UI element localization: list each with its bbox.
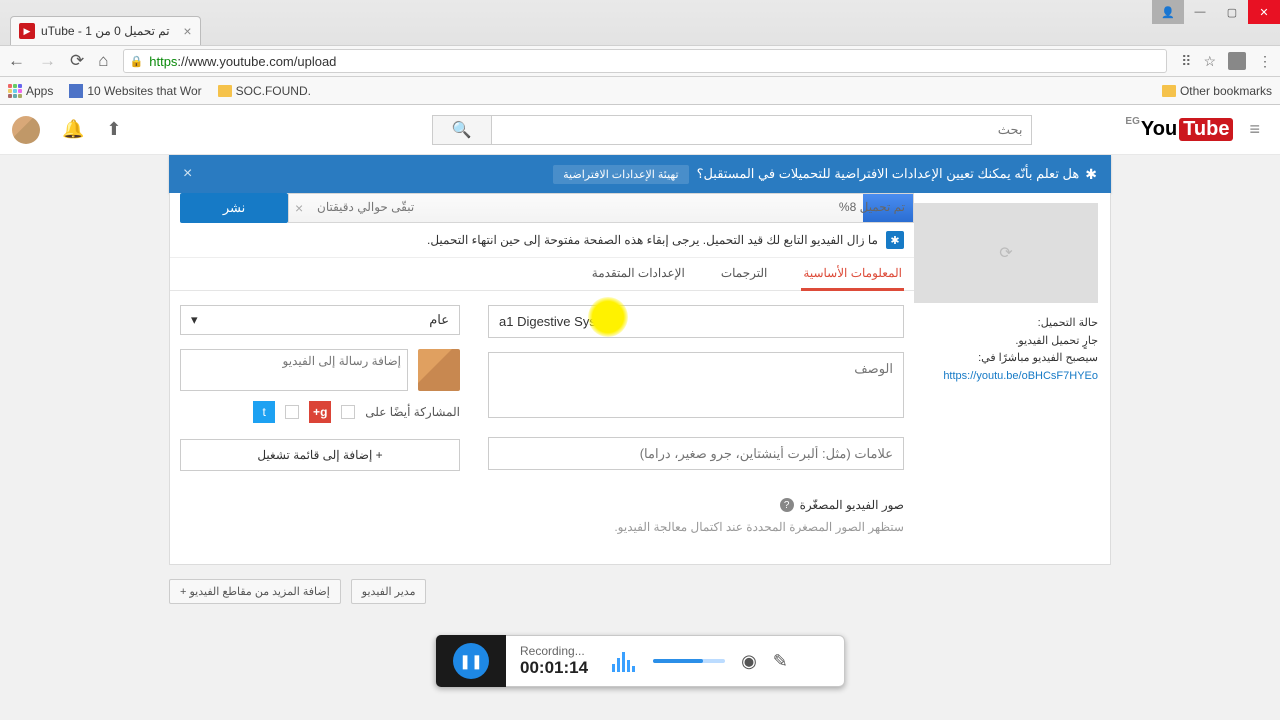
privacy-value: عام (429, 312, 449, 328)
video-url-link[interactable]: https://youtu.be/oBHCsF7HYEo (943, 370, 1098, 382)
plus-icon: + (180, 586, 186, 598)
chevron-down-icon: ▾ (191, 312, 198, 328)
title-input[interactable] (488, 305, 904, 338)
search-input[interactable] (492, 115, 1032, 145)
video-manager-button[interactable]: مدير الفيديو (351, 579, 427, 604)
upload-info-strip: ✱ ما زال الفيديو التابع لك قيد التحميل. … (170, 223, 914, 258)
add-more-videos-button[interactable]: إضافة المزيد من مقاطع الفيديو + (169, 579, 341, 604)
maximize-button[interactable]: ▢ (1216, 0, 1248, 24)
thumbnails-heading: صور الفيديو المصغّرة (800, 498, 904, 512)
url-path: ://www.youtube.com/upload (177, 54, 336, 69)
search-icon: 🔍 (452, 120, 472, 140)
tab-close-icon[interactable]: × (183, 23, 191, 39)
bookmark-item[interactable]: 10 Websites that Wor (69, 84, 201, 98)
recorder-pause-button[interactable]: ❚❚ (436, 635, 506, 687)
tip-banner: ✱ هل تعلم بأنّه يمكنك تعيين الإعدادات ال… (169, 155, 1111, 193)
upload-status: حالة التحميل: جارٍ تحميل الفيديو. سيصبح … (914, 315, 1098, 385)
status-line: جارٍ تحميل الفيديو. (914, 333, 1098, 351)
description-input[interactable] (488, 352, 904, 418)
lock-icon: 🔒 (130, 55, 144, 68)
status-heading: حالة التحميل: (914, 315, 1098, 333)
recorder-timer: 00:01:14 (520, 658, 588, 678)
video-thumbnail-preview: ⟳ (914, 203, 1098, 303)
tags-input[interactable] (488, 437, 904, 470)
banner-text: هل تعلم بأنّه يمكنك تعيين الإعدادات الاف… (697, 166, 1080, 182)
tab-title: uTube - تم تحميل 0 من 1 (41, 24, 170, 38)
star-icon[interactable]: ☆ (1203, 53, 1216, 70)
user-icon[interactable]: 👤 (1152, 0, 1184, 24)
extension-icon[interactable] (1228, 52, 1246, 70)
progress-eta: تبقّى حوالي دقيقتان (317, 200, 414, 214)
forward-button[interactable]: → (39, 51, 56, 71)
banner-action-link[interactable]: تهيئة الإعدادات الافتراضية (553, 165, 688, 184)
other-bookmarks[interactable]: Other bookmarks (1162, 84, 1272, 98)
bookmark-item[interactable]: SOC.FOUND. (218, 84, 311, 98)
annotate-icon[interactable]: ✎ (773, 651, 788, 672)
twitter-checkbox[interactable] (285, 405, 299, 419)
thumbnails-hint: ستظهر الصور المصغرة المحددة عند اكتمال م… (180, 520, 904, 534)
reload-button[interactable]: ⟳ (70, 51, 84, 71)
share-message-input[interactable] (180, 349, 408, 391)
share-row: المشاركة أيضًا على g+ t (180, 401, 460, 423)
youtube-icon: ▶ (19, 23, 35, 39)
webcam-icon[interactable]: ◉ (741, 651, 757, 672)
audio-level-icon (612, 650, 635, 672)
back-button[interactable]: ← (8, 51, 25, 71)
tab-basic-info[interactable]: المعلومات الأساسية (801, 258, 904, 291)
pause-icon: ❚❚ (459, 653, 482, 670)
status-line: سيصبح الفيديو مباشرًا في: (914, 350, 1098, 368)
info-text: ما زال الفيديو التابع لك قيد التحميل. ير… (427, 233, 878, 247)
youtube-masthead: 🔔 ⬆ 🔍 EG YouTube ≡ (0, 105, 1280, 155)
banner-close-icon[interactable]: × (183, 165, 192, 183)
upload-progress-bar: تم تحميل 8% تبقّى حوالي دقيقتان × (288, 193, 914, 223)
browser-toolbar: ← → ⟳ ⌂ 🔒 https://www.youtube.com/upload… (0, 45, 1280, 77)
avatar[interactable] (12, 116, 40, 144)
upload-icon[interactable]: ⬆ (106, 119, 121, 140)
notifications-icon[interactable]: 🔔 (62, 119, 84, 140)
translate-icon[interactable]: ⠿ (1181, 53, 1191, 70)
twitter-icon: t (253, 401, 275, 423)
privacy-dropdown[interactable]: عام ▾ (180, 305, 460, 335)
url-scheme: https (149, 54, 177, 69)
apps-button[interactable]: Apps (8, 84, 53, 98)
browser-tab[interactable]: ▶ uTube - تم تحميل 0 من 1 × (10, 16, 201, 45)
progress-percent: تم تحميل 8% (839, 200, 905, 214)
browser-tabstrip: ▶ uTube - تم تحميل 0 من 1 × 👤 — ▢ ✕ (0, 0, 1280, 45)
googleplus-icon: g+ (309, 401, 331, 423)
cancel-upload-icon[interactable]: × (295, 200, 303, 216)
publish-button[interactable]: نشر (180, 193, 288, 223)
bookmarks-bar: Apps 10 Websites that Wor SOC.FOUND. Oth… (0, 77, 1280, 105)
star-icon: ✱ (1085, 166, 1097, 183)
address-bar[interactable]: 🔒 https://www.youtube.com/upload (123, 49, 1168, 73)
screen-recorder-widget: ❚❚ Recording... 00:01:14 ◉ ✎ (435, 635, 845, 687)
tab-advanced[interactable]: الإعدادات المتقدمة (590, 258, 687, 290)
page-body: ✱ هل تعلم بأنّه يمكنك تعيين الإعدادات ال… (0, 155, 1280, 720)
search-button[interactable]: 🔍 (432, 115, 492, 145)
window-close-button[interactable]: ✕ (1248, 0, 1280, 24)
home-button[interactable]: ⌂ (98, 51, 108, 71)
recorder-volume-slider[interactable] (653, 659, 725, 663)
minimize-button[interactable]: — (1184, 0, 1216, 24)
window-controls: 👤 — ▢ ✕ (1152, 0, 1280, 24)
tab-translations[interactable]: الترجمات (719, 258, 770, 290)
googleplus-checkbox[interactable] (341, 405, 355, 419)
chrome-menu-icon[interactable]: ⋮ (1258, 53, 1272, 70)
avatar (418, 349, 460, 391)
help-icon[interactable]: ? (780, 498, 794, 512)
upload-tabs: المعلومات الأساسية الترجمات الإعدادات ال… (170, 258, 914, 291)
guide-menu-icon[interactable]: ≡ (1249, 119, 1260, 140)
share-label: المشاركة أيضًا على (365, 405, 460, 419)
star-icon: ✱ (886, 231, 904, 249)
youtube-logo[interactable]: EG YouTube (1125, 118, 1233, 141)
add-to-playlist-button[interactable]: + إضافة إلى قائمة تشغيل (180, 439, 460, 471)
recorder-status-label: Recording... (520, 644, 588, 658)
